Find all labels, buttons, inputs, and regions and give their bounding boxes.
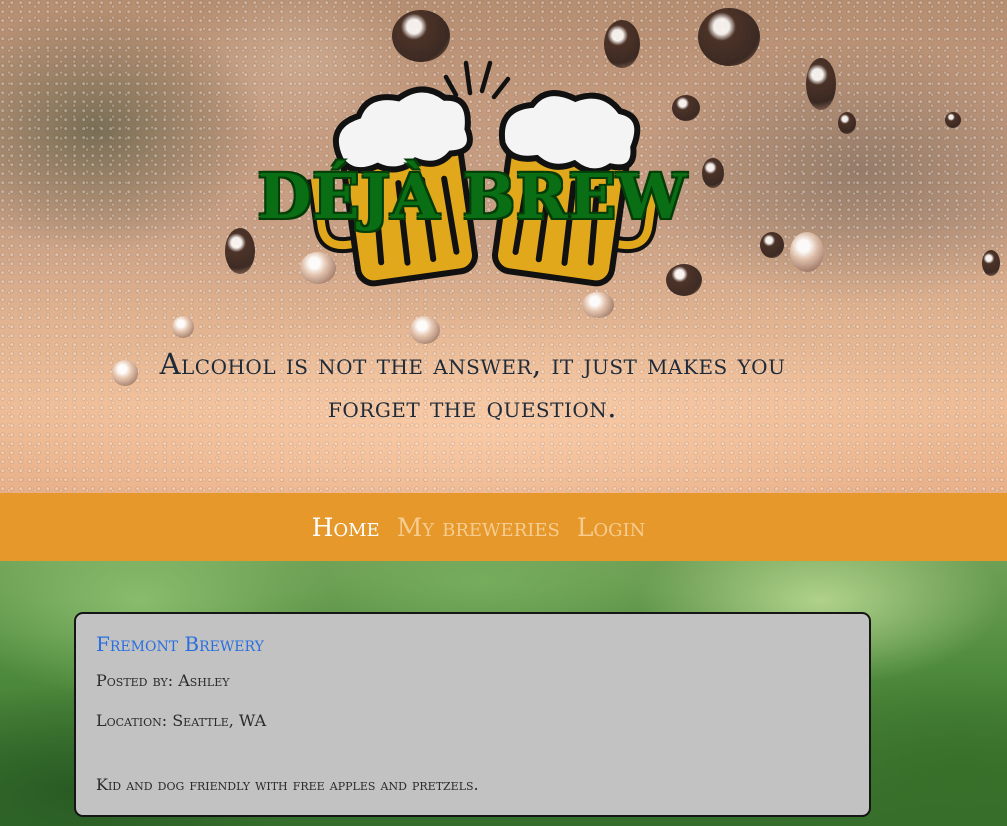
post-title-link[interactable]: Fremont Brewery: [96, 632, 264, 656]
post-location: Location: Seattle, WA: [96, 711, 267, 730]
water-droplet: [760, 232, 784, 258]
water-droplet: [410, 316, 440, 344]
water-droplet: [582, 292, 614, 318]
water-droplet: [806, 58, 836, 110]
water-droplet: [838, 112, 856, 134]
post-author: Posted by: Ashley: [96, 671, 230, 690]
brewery-post-card: Fremont Brewery Posted by: Ashley Locati…: [74, 612, 871, 817]
water-droplet: [172, 316, 194, 338]
tagline: Alcohol is not the answer, it just makes…: [159, 347, 786, 424]
hero-banner: Déjà Brew Alcohol is not the answer, it …: [0, 0, 1007, 493]
water-droplet: [225, 228, 255, 274]
site-title: Déjà Brew: [257, 160, 688, 233]
main-content: Fremont Brewery Posted by: Ashley Locati…: [0, 561, 1007, 826]
nav-home-link[interactable]: Home: [312, 513, 380, 542]
nav-my-breweries-link[interactable]: My breweries: [397, 513, 560, 542]
post-description: Kid and dog friendly with free apples an…: [96, 775, 479, 794]
water-droplet: [945, 112, 961, 128]
water-droplet: [982, 250, 1000, 276]
nav-login-link[interactable]: Login: [577, 513, 646, 542]
water-droplet: [112, 360, 138, 386]
main-nav: Home My breweries Login: [0, 493, 1007, 561]
water-droplet: [790, 232, 824, 272]
water-droplet: [698, 8, 760, 66]
